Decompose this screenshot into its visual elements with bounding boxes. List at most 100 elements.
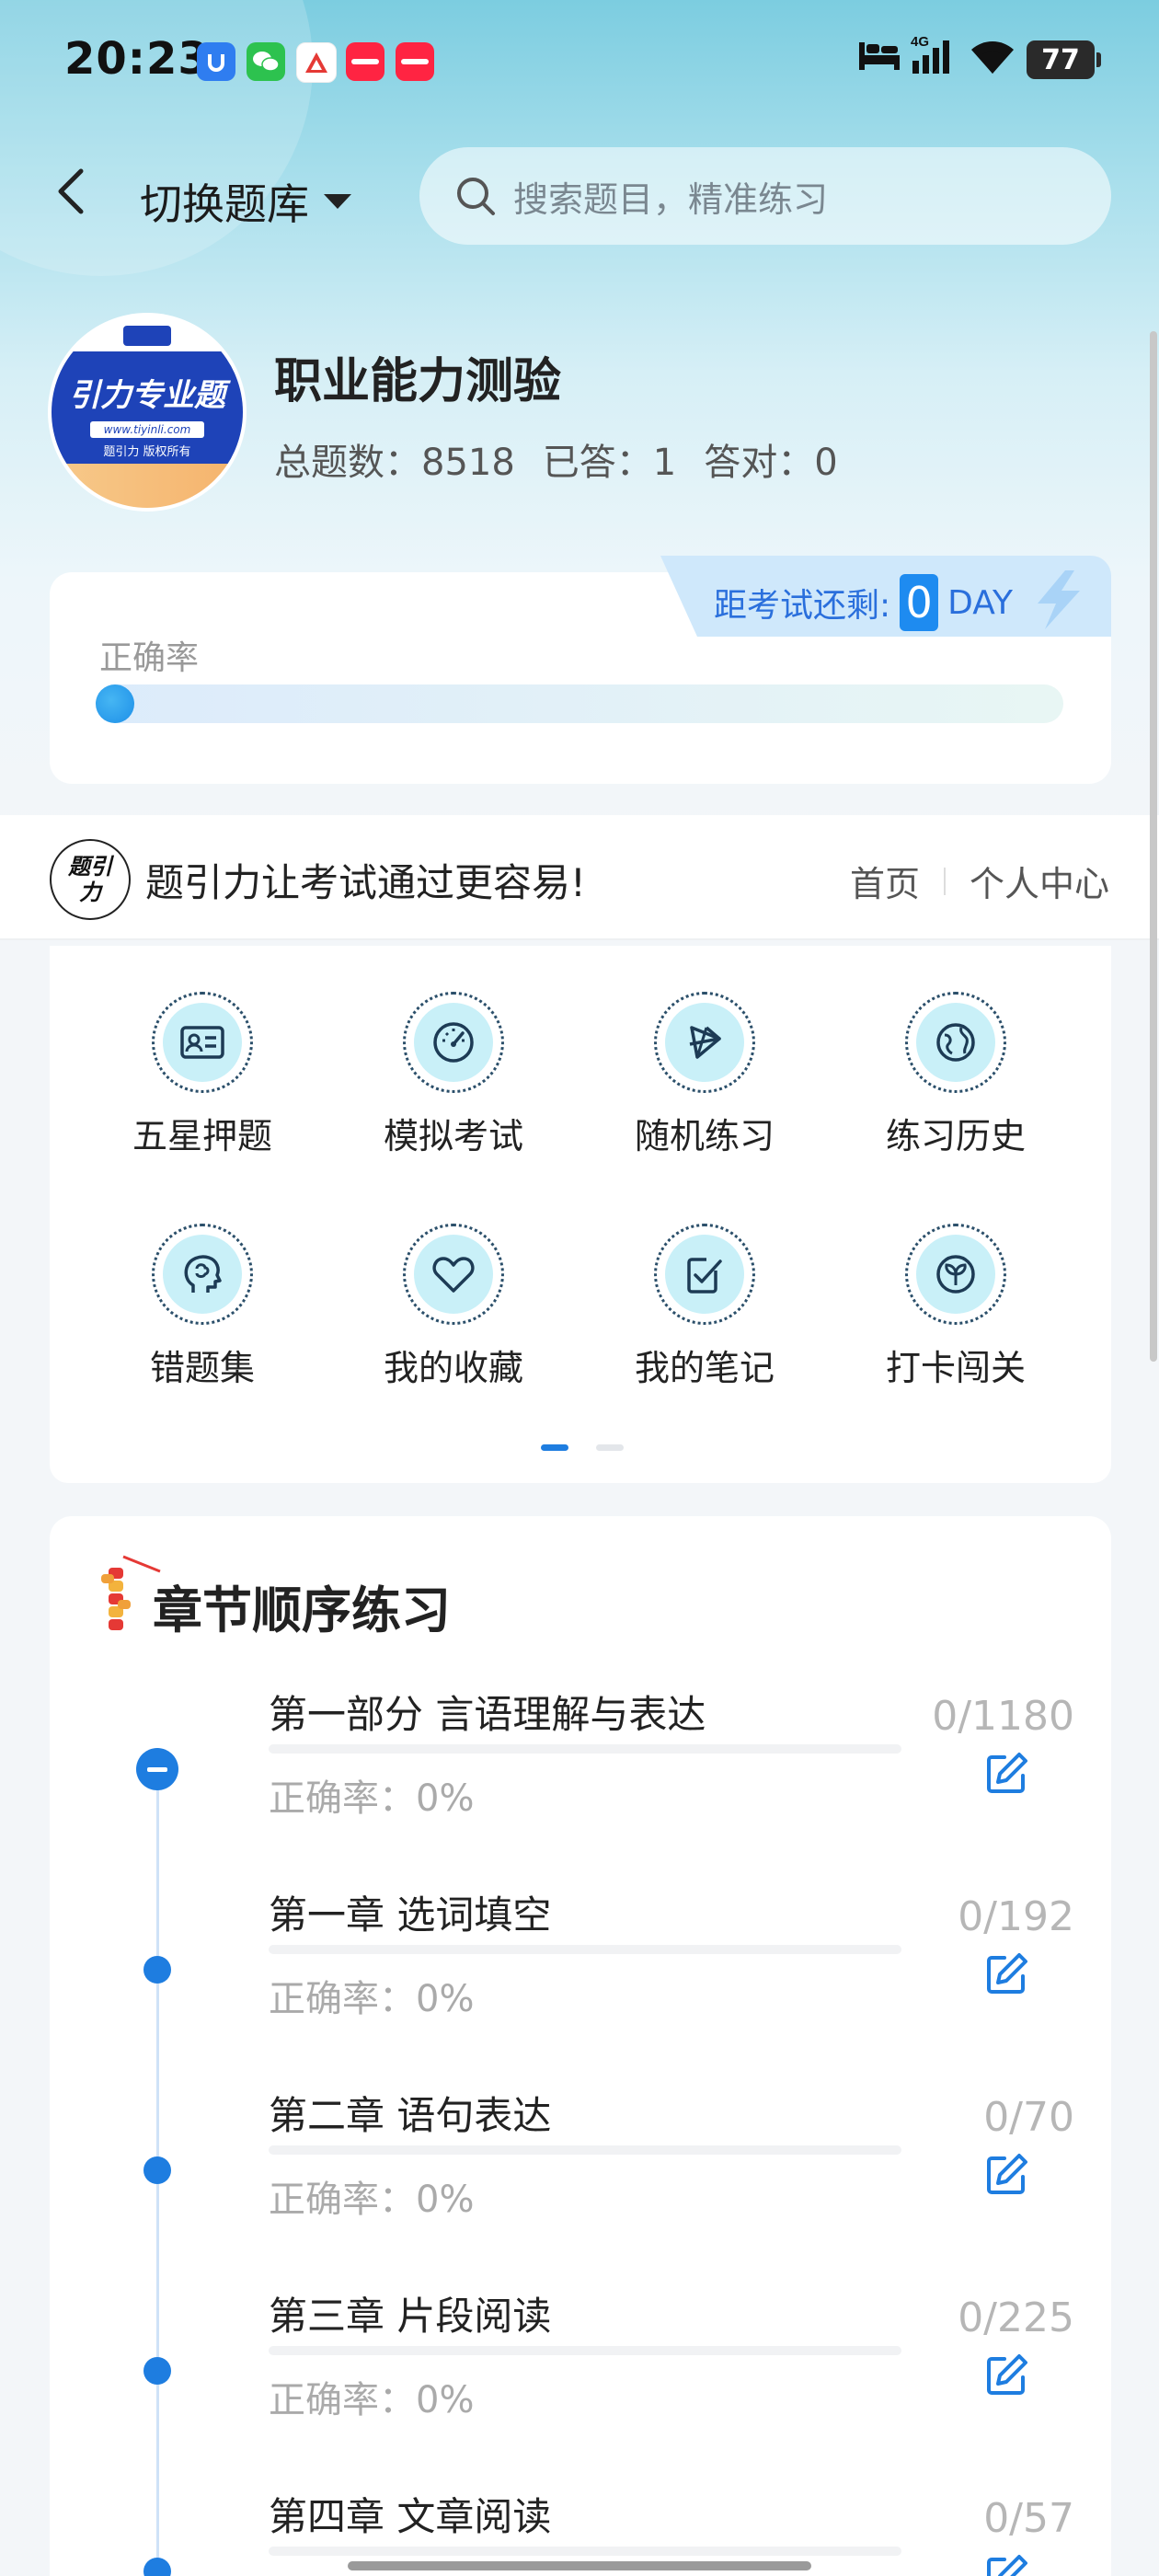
feature-label: 错题集 (149, 1348, 255, 1388)
search-input[interactable]: 搜索题目，精准练习 (419, 147, 1111, 245)
feature-checkin[interactable]: 打卡闯关 (864, 1224, 1048, 1390)
avatar-url: www.tiyinli.com (90, 421, 204, 438)
timeline-node (143, 2558, 171, 2576)
chapter-progress-bar (269, 2145, 901, 2155)
edit-icon[interactable] (981, 2550, 1032, 2576)
app-notification-icon (197, 42, 235, 81)
feature-label: 随机练习 (634, 1116, 775, 1156)
collapse-toggle[interactable] (136, 1748, 178, 1790)
network-label: 4G (911, 34, 929, 50)
xiaohongshu-icon-2 (396, 42, 434, 81)
feature-mock-exam[interactable]: 模拟考试 (361, 992, 545, 1158)
chapter-accuracy: 正确率：0% (269, 2379, 475, 2421)
feature-favorites[interactable]: 我的收藏 (361, 1224, 545, 1390)
status-bar: 20:23 4G 77 (0, 0, 1159, 129)
correct-count: 答对：0 (704, 442, 838, 484)
feature-label: 模拟考试 (383, 1116, 523, 1156)
pager-dot[interactable] (596, 1444, 624, 1451)
edit-icon[interactable] (981, 1949, 1032, 2000)
chapter-count: 0/225 (958, 2294, 1074, 2341)
wifi-icon (968, 37, 1017, 75)
countdown-label: 距考试还剩: (714, 587, 891, 625)
caret-down-icon (324, 194, 351, 209)
feature-history[interactable]: 练习历史 (864, 992, 1048, 1158)
app-notification-icon-red (296, 42, 337, 83)
search-placeholder: 搜索题目，精准练习 (513, 178, 829, 220)
feature-five-star[interactable]: 五星押题 (110, 992, 294, 1158)
sprout-icon (936, 1255, 975, 1294)
countdown-days: 0 (900, 574, 939, 631)
home-link[interactable]: 首页 (850, 856, 920, 906)
xiaohongshu-icon (346, 42, 384, 81)
avatar-title: 引力专业题 (69, 377, 225, 414)
brand-logo-text: 题引力 (68, 854, 112, 905)
chapter-row[interactable]: 第三章 片段阅读 正确率：0% 0/225 (0, 2285, 1159, 2486)
feature-mistakes[interactable]: 错题集 (110, 1224, 294, 1390)
chapter-name: 第四章 文章阅读 (269, 2494, 552, 2539)
brand-logo: 题引力 (50, 839, 131, 920)
search-icon (457, 178, 495, 215)
chapter-progress-bar (269, 1945, 901, 1954)
battery-icon: 77 (1027, 40, 1101, 79)
countdown-unit: DAY (947, 583, 1014, 622)
chapter-progress-bar (269, 2547, 901, 2556)
exam-countdown: 距考试还剩: 0 DAY (660, 556, 1111, 637)
feature-label: 我的收藏 (383, 1348, 523, 1388)
accuracy-progress-track (96, 684, 1063, 723)
feature-random-practice[interactable]: 随机练习 (613, 992, 797, 1158)
chevron-left-icon (58, 168, 84, 214)
chapter-count: 0/57 (983, 2495, 1074, 2542)
subject-stats: 总题数：8518 已答：1 答对：0 (274, 432, 838, 486)
site-banner: 题引力 题引力让考试通过更容易! 首页 个人中心 (0, 815, 1159, 940)
home-indicator[interactable] (348, 2561, 811, 2570)
status-time: 20:23 (64, 33, 210, 85)
chapter-accuracy: 正确率：0% (269, 1978, 475, 2020)
id-card-icon (180, 1026, 224, 1059)
bed-mode-icon (857, 37, 901, 74)
heart-icon (432, 1257, 475, 1293)
back-button[interactable] (53, 164, 90, 219)
pager-dots (541, 1444, 624, 1451)
subject-title: 职业能力测验 (274, 354, 562, 409)
chapter-accuracy: 正确率：0% (269, 2179, 475, 2221)
feature-label: 打卡闯关 (885, 1348, 1026, 1388)
total-questions: 总题数：8518 (274, 442, 515, 484)
note-check-icon (687, 1258, 722, 1294)
chapter-section-title: 章节顺序练习 (153, 1581, 451, 1639)
subject-avatar: 引力专业题 www.tiyinli.com 题引力 版权所有 (52, 316, 243, 508)
chapter-name: 第二章 语句表达 (269, 2093, 552, 2138)
signal-icon: 4G (909, 33, 957, 79)
feature-label: 我的笔记 (634, 1348, 775, 1388)
timeline-node (143, 2357, 171, 2385)
edit-icon[interactable] (981, 2149, 1032, 2201)
edit-icon[interactable] (981, 1748, 1032, 1800)
chapter-row[interactable]: 第二章 语句表达 正确率：0% 0/70 (0, 2085, 1159, 2285)
timeline-node (143, 2156, 171, 2184)
edit-icon[interactable] (981, 2350, 1032, 2401)
feature-label: 练习历史 (885, 1116, 1026, 1156)
avatar-footer: 题引力 版权所有 (103, 445, 191, 459)
chapter-accuracy: 正确率：0% (269, 2570, 474, 2576)
chapter-count: 0/70 (983, 2094, 1074, 2141)
chapter-name: 第一章 选词填空 (269, 1892, 552, 1938)
switch-bank-dropdown[interactable]: 切换题库 (140, 171, 353, 232)
chapter-progress-bar (269, 2346, 901, 2355)
chapter-count: 0/192 (958, 1893, 1074, 1940)
shuffle-icon (689, 1026, 721, 1059)
wechat-icon (247, 42, 285, 81)
chapter-row[interactable]: 第一部分 言语理解与表达 正确率：0% 0/1180 (0, 1684, 1159, 1884)
banner-slogan: 题引力让考试通过更容易! (145, 860, 586, 905)
battery-level: 77 (1027, 40, 1095, 79)
chapter-row[interactable]: 第一章 选词填空正确率：0% 0/192 (0, 1884, 1159, 2085)
scrollbar[interactable] (1150, 331, 1157, 1362)
brain-head-icon (184, 1255, 222, 1293)
switch-bank-label: 切换题库 (140, 179, 309, 229)
app-screen: 20:23 4G 77 切换题库 搜索题目，精准练习 引力专业题 www.tiy… (0, 0, 1159, 2576)
accuracy-progress-knob (96, 684, 134, 723)
chapter-name: 第三章 片段阅读 (269, 2294, 552, 2339)
feature-label: 五星押题 (132, 1116, 272, 1156)
profile-link[interactable]: 个人中心 (970, 856, 1109, 906)
pager-dot-active[interactable] (541, 1444, 568, 1451)
feature-notes[interactable]: 我的笔记 (613, 1224, 797, 1390)
chapter-accuracy: 正确率：0% (269, 1777, 475, 1820)
